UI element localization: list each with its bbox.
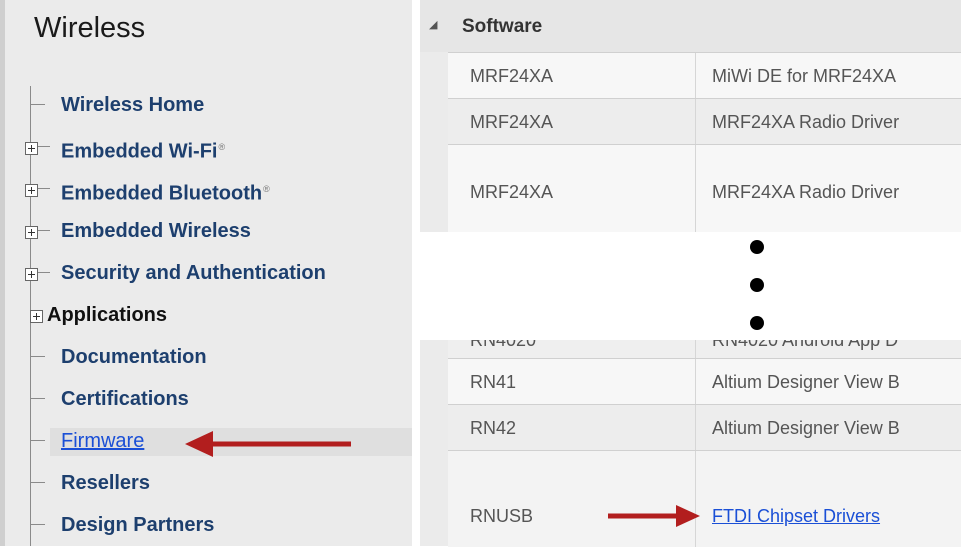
section-title: Software [462,16,543,37]
nav-item-label: Security and Authentication [61,262,326,284]
software-name-cell: MRF24XA Radio Driver [712,182,900,202]
product-cell: RN41 [470,372,517,392]
software-name-cell: RN4020 Android App D [712,340,899,350]
nav-item-label: Certifications [61,388,189,410]
software-name-cell: MiWi DE for MRF24XA [712,66,897,86]
nav-item-label: Design Partners [61,514,215,536]
software-section-header[interactable]: ◢ Software [420,0,961,52]
table-row: RNUSB FTDI Chipset Drivers [448,450,961,547]
expand-plus-icon[interactable] [25,142,38,155]
registered-mark: ® [263,184,270,194]
firmware-link[interactable]: Firmware [61,426,144,456]
expand-plus-icon[interactable] [25,226,38,239]
table-row: RN42 Altium Designer View B [448,404,961,451]
product-cell: RNUSB [470,506,534,526]
nav-item-label: Wireless Home [61,94,205,116]
software-name-cell: Altium Designer View B [712,372,900,392]
expand-plus-icon[interactable] [25,184,38,197]
ellipsis-dot-icon [750,278,764,292]
red-arrow-icon [608,505,700,527]
wireless-nav-panel: Wireless Wireless Home Embedded Wi-Fi® E… [0,0,412,546]
nav-item-label: Resellers [61,472,150,494]
nav-item-label: Documentation [61,346,207,368]
nav-item-label: Applications [47,304,168,326]
nav-item-label: Embedded Wireless [61,220,251,242]
nav-title: Wireless [34,12,146,44]
product-cell: MRF24XA [470,182,554,202]
expand-plus-icon[interactable] [30,310,43,323]
red-arrow-icon [185,431,351,457]
product-cell: RN42 [470,418,517,438]
ellipsis-dot-icon [750,240,764,254]
expand-plus-icon[interactable] [25,268,38,281]
product-cell: MRF24XA [470,112,554,132]
table-row: MRF24XA MiWi DE for MRF24XA [448,52,961,99]
nav-item-label: Embedded Bluetooth [61,182,263,205]
software-name-cell: Altium Designer View B [712,418,900,438]
table-row: MRF24XA MRF24XA Radio Driver [448,144,961,233]
table-row: MRF24XA MRF24XA Radio Driver [448,98,961,145]
panel-border [0,0,5,546]
table-row-partial: RN4020 RN4020 Android App D [448,340,961,358]
collapse-triangle-icon[interactable]: ◢ [429,18,437,31]
software-panel: ◢ Software MRF24XA MiWi DE for MRF24XA M… [420,0,961,547]
software-name-cell: MRF24XA Radio Driver [712,112,900,132]
table-row: RN41 Altium Designer View B [448,358,961,405]
nav-item-label: Embedded Wi-Fi [61,140,218,163]
ellipsis-gap [420,232,961,340]
ftdi-drivers-link[interactable]: FTDI Chipset Drivers [712,506,880,527]
ellipsis-dot-icon [750,316,764,330]
product-cell: RN4020 [470,340,537,350]
product-cell: MRF24XA [470,66,554,86]
registered-mark: ® [218,142,226,152]
